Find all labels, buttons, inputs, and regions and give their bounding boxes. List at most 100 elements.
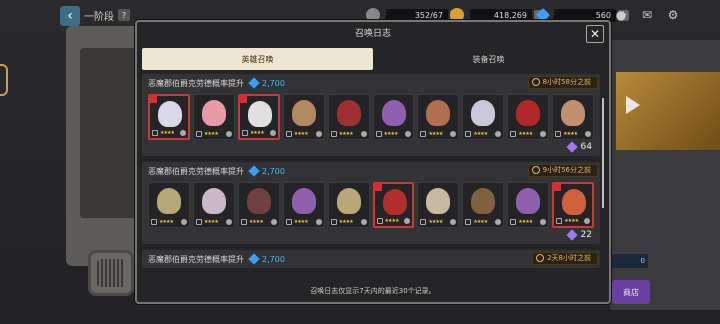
time-ago: 9小时56分之前 [542, 166, 591, 174]
back-button[interactable]: ‹ [60, 6, 80, 26]
total-obtained: 64 [565, 141, 592, 153]
star-rating: ★★★★ [248, 219, 264, 225]
star-rating: ★★★★ [249, 130, 265, 136]
hero-card[interactable]: ★★★★ [282, 182, 325, 228]
element-icon [540, 219, 547, 225]
tab-hero-summon[interactable]: 英雄召唤 [142, 48, 373, 70]
background-bar: 0 [612, 254, 648, 268]
element-icon [225, 131, 232, 137]
clock-icon [531, 78, 540, 86]
hero-portrait [158, 101, 182, 127]
class-icon [376, 218, 383, 224]
clock-icon [531, 166, 540, 174]
hero-card[interactable]: ★★★★ [552, 94, 595, 140]
rare-tag [553, 183, 562, 191]
gem-icon [248, 165, 260, 177]
entry-header: 恶魔郡伯爵克劳德概率提升 2,700 2天8小时之前 [142, 250, 600, 268]
star-rating: ★★★★ [518, 131, 533, 137]
page-title: 一阶段 [84, 12, 114, 23]
time-badge: 9小时56分之前 [527, 164, 598, 177]
star-rating: ★★★★ [563, 131, 578, 137]
hero-portrait [516, 100, 541, 126]
close-button[interactable]: ✕ [586, 25, 604, 43]
hero-card[interactable]: ★★★★ [507, 182, 550, 228]
hero-portrait [562, 189, 587, 215]
summon-log-entry: 恶魔郡伯爵克劳德概率提升 2,700 8小时58分之前 ★★★★ ★★★★ ★★★★ ★★★… [142, 74, 600, 156]
entry-footer: 64 [142, 140, 600, 156]
hero-portrait [561, 100, 586, 126]
hero-card[interactable]: ★★★★ [507, 94, 550, 140]
star-rating: ★★★★ [564, 218, 579, 224]
hero-card[interactable]: ★★★★ [462, 182, 505, 228]
star-rating: ★★★★ [384, 218, 400, 224]
scrollbar[interactable] [602, 98, 604, 208]
hero-portrait [336, 188, 361, 214]
tab-bar: 英雄召唤 装备召唤 [142, 48, 604, 70]
class-icon [375, 131, 382, 137]
element-icon [180, 219, 187, 225]
class-icon [330, 219, 337, 225]
gear-icon[interactable]: ⚙ [664, 6, 682, 24]
hero-portrait [157, 188, 181, 214]
footer-note: 召唤日志仅显示7天内的最近30个记录。 [310, 287, 436, 295]
hero-card[interactable]: ★★★★ [552, 182, 595, 228]
hero-row: ★★★★ ★★★★ ★★★★ ★★★★ ★★★★ ★★★★ ★★★★ ★★★★ ★★★★ ★★★★ [142, 180, 600, 228]
element-icon [585, 131, 592, 137]
hero-card[interactable]: ★★★★ [148, 182, 190, 228]
hero-card[interactable]: ★★★★ [237, 182, 280, 228]
summon-log-dialog: 召唤日志 ✕ 英雄召唤 装备召唤 恶魔郡伯爵克劳德概率提升 2,700 8小时58分… [135, 20, 611, 304]
summon-cost: 2,700 [262, 254, 285, 264]
summon-log-list[interactable]: 恶魔郡伯爵克劳德概率提升 2,700 8小时58分之前 ★★★★ ★★★★ ★★★★ ★★★… [142, 74, 600, 282]
element-icon [450, 219, 457, 225]
class-icon [151, 219, 157, 225]
help-button[interactable]: ? [118, 9, 130, 21]
background-speaker [88, 250, 134, 296]
star-rating: ★★★★ [203, 219, 219, 225]
hero-portrait [246, 188, 271, 214]
hero-card[interactable]: ★★★★ [192, 182, 235, 228]
element-icon [315, 219, 322, 225]
hero-card[interactable]: ★★★★ [327, 94, 370, 140]
hero-card[interactable]: ★★★★ [417, 182, 460, 228]
hero-card[interactable]: ★★★★ [372, 94, 415, 140]
star-rating: ★★★★ [518, 219, 533, 225]
class-icon [555, 131, 562, 137]
hero-portrait [426, 100, 451, 126]
tab-equipment-summon[interactable]: 装备召唤 [373, 48, 604, 70]
element-icon [360, 131, 367, 137]
hero-card[interactable]: ★★★★ [148, 94, 190, 140]
hero-card[interactable]: ★★★★ [192, 94, 235, 140]
hero-card[interactable]: ★★★★ [372, 182, 415, 228]
hero-card[interactable]: ★★★★ [282, 94, 325, 140]
chat-icon[interactable]: ● [612, 6, 630, 24]
background-tv-screen [80, 48, 140, 218]
rare-tag [238, 95, 247, 103]
element-icon [405, 131, 412, 137]
summon-cost: 2,700 [262, 166, 285, 176]
hero-card[interactable]: ★★★★ [417, 94, 460, 140]
rare-tag [373, 183, 382, 191]
element-icon [360, 219, 367, 225]
class-icon [285, 219, 292, 225]
entry-header: 恶魔郡伯爵克劳德概率提升 2,700 9小时56分之前 [142, 162, 600, 180]
time-ago: 8小时58分之前 [542, 78, 591, 86]
hero-card[interactable]: ★★★★ [462, 94, 505, 140]
star-rating: ★★★★ [159, 219, 174, 225]
element-icon [584, 218, 591, 224]
hero-portrait [201, 100, 226, 126]
star-rating: ★★★★ [338, 131, 354, 137]
star-rating: ★★★★ [203, 131, 219, 137]
clock-icon [536, 254, 545, 262]
total-obtained: 22 [565, 229, 592, 241]
class-icon [240, 219, 247, 225]
summon-log-entry: 恶魔郡伯爵克劳德概率提升 2,700 2天8小时之前 [142, 250, 600, 268]
class-icon [465, 131, 472, 137]
hero-portrait [291, 100, 316, 126]
hero-card[interactable]: ★★★★ [237, 94, 280, 140]
purple-gem-icon [565, 229, 578, 241]
hero-portrait [382, 189, 407, 215]
shop-button[interactable]: 商店 [612, 280, 650, 304]
hero-card[interactable]: ★★★★ [327, 182, 370, 228]
mail-icon[interactable]: ✉ [638, 6, 656, 24]
hero-portrait [336, 100, 361, 126]
